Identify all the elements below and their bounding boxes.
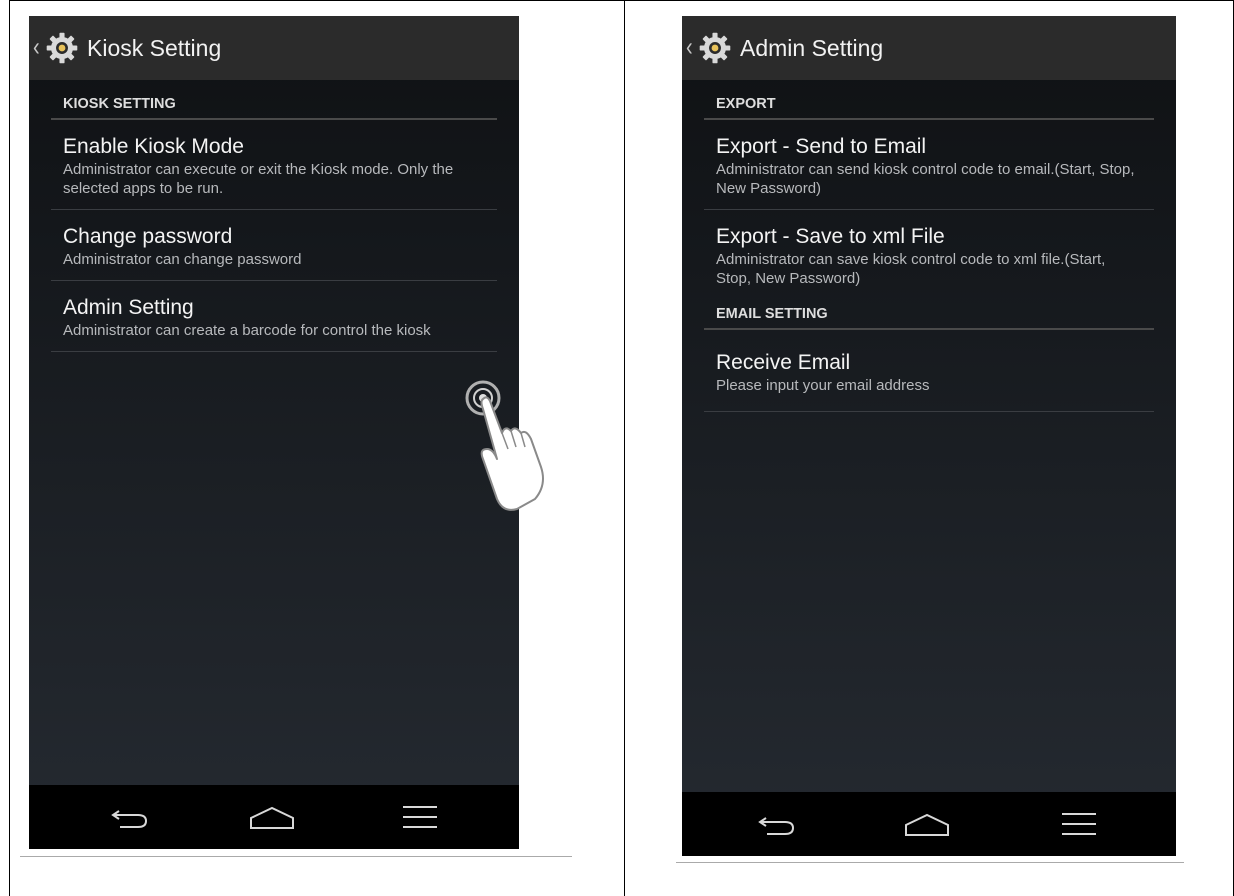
caption-rule-left [20,856,572,857]
frame-left-border [9,0,10,896]
pref-enable-kiosk-mode[interactable]: Enable Kiosk Mode Administrator can exec… [51,120,497,210]
phone-screen-kiosk-setting: ‹ Kiosk Setting KIOSK SETTING Enable Kio… [29,16,519,849]
pref-title: Export - Save to xml File [716,225,945,248]
settings-gear-icon[interactable] [45,31,79,65]
menu-icon[interactable] [1054,808,1104,840]
back-icon[interactable] [105,801,155,833]
action-bar: ‹ Admin Setting [682,16,1176,80]
frame-center-divider [624,0,625,896]
home-icon[interactable] [247,801,297,833]
pref-summary: Administrator can execute or exit the Ki… [63,161,454,197]
navigation-bar [682,792,1176,856]
section-header-export: EXPORT [704,80,1154,120]
preference-list: KIOSK SETTING Enable Kiosk Mode Administ… [51,80,497,352]
pref-summary: Administrator can save kiosk control cod… [716,251,1106,287]
pref-change-password[interactable]: Change password Administrator can change… [51,210,497,281]
preference-list: EXPORT Export - Send to Email Administra… [704,80,1154,412]
screen-title: Kiosk Setting [87,34,222,61]
up-navigation-icon[interactable]: ‹ [33,33,43,63]
section-header-email-setting: EMAIL SETTING [704,292,1154,330]
frame-top-border [9,0,1234,1]
caption-rule-right [676,862,1184,863]
pref-title: Enable Kiosk Mode [63,135,244,158]
menu-icon[interactable] [395,801,445,833]
tap-gesture-hand-icon [465,380,544,511]
pref-title: Admin Setting [63,296,194,319]
pref-export-send-to-email[interactable]: Export - Send to Email Administrator can… [704,120,1154,210]
pref-title: Change password [63,225,233,248]
phone-screen-admin-setting: ‹ Admin Setting EXPORT Export - Send to … [682,16,1176,856]
back-icon[interactable] [752,808,802,840]
pref-title: Export - Send to Email [716,135,927,158]
pref-summary: Administrator can send kiosk control cod… [716,161,1135,197]
navigation-bar [29,785,519,849]
pref-summary: Administrator can change password [63,251,302,268]
up-navigation-icon[interactable]: ‹ [686,33,696,63]
pref-export-save-to-xml[interactable]: Export - Save to xml File Administrator … [704,210,1154,292]
pref-summary: Please input your email address [716,377,930,394]
home-icon[interactable] [902,808,952,840]
pref-admin-setting[interactable]: Admin Setting Administrator can create a… [51,281,497,352]
settings-gear-icon[interactable] [698,31,732,65]
screen-title: Admin Setting [740,34,884,61]
section-header-kiosk-setting: KIOSK SETTING [51,80,497,120]
pref-receive-email[interactable]: Receive Email Please input your email ad… [704,330,1154,412]
pref-title: Receive Email [716,351,851,374]
action-bar: ‹ Kiosk Setting [29,16,519,80]
pref-summary: Administrator can create a barcode for c… [63,322,431,339]
